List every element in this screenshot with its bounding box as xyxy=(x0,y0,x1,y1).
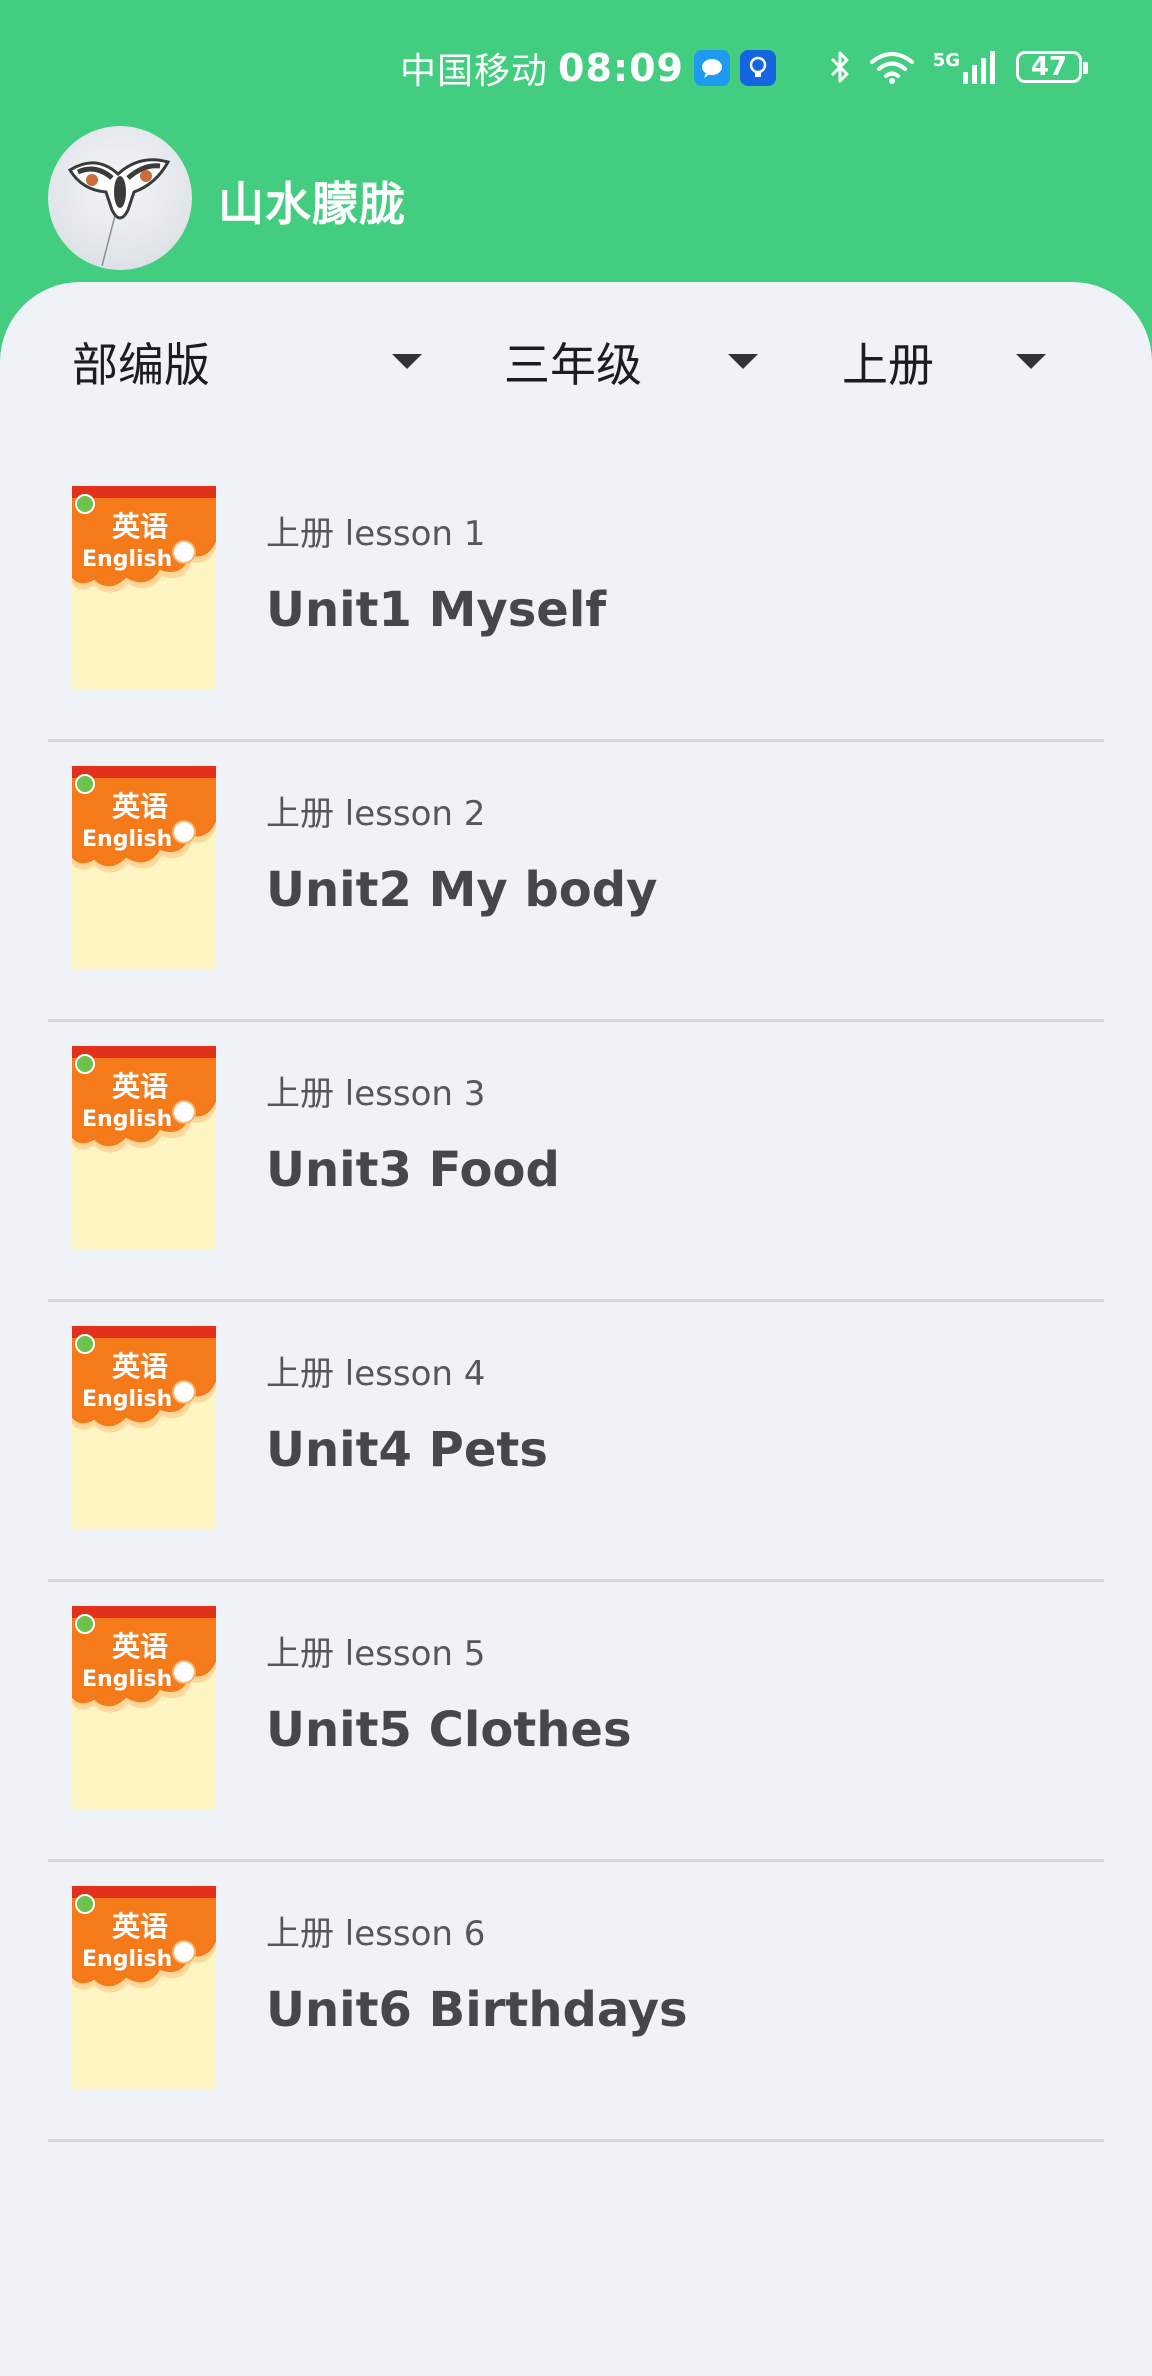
lesson-title: Unit3 Food xyxy=(266,1142,560,1198)
cover-title-en: English xyxy=(82,1667,172,1692)
lesson-title: Unit6 Birthdays xyxy=(266,1982,688,2038)
cover-title-cn: 英语 xyxy=(112,1350,168,1383)
lesson-title: Unit4 Pets xyxy=(266,1422,548,1478)
lesson-subtitle: 上册 lesson 1 xyxy=(266,514,486,554)
lesson-subtitle: 上册 lesson 5 xyxy=(266,1634,486,1674)
lesson-subtitle: 上册 lesson 4 xyxy=(266,1354,486,1394)
battery-level: 47 xyxy=(1030,52,1068,82)
chevron-down-icon xyxy=(1016,354,1046,369)
volume-label: 上册 xyxy=(842,338,934,392)
lesson-item-5[interactable]: 英语 English 上册 lesson 5 Unit5 Clothes xyxy=(48,1582,1104,1862)
wifi-icon xyxy=(869,52,914,84)
lesson-item-3[interactable]: 英语 English 上册 lesson 3 Unit3 Food xyxy=(48,1022,1104,1302)
lightbulb-notification-icon xyxy=(739,50,776,86)
message-notification-icon xyxy=(693,50,730,86)
content-sheet: 部编版 三年级 上册 英语 English 上册 lesson 1 Unit1 … xyxy=(0,282,1152,2376)
carrier-label: 中国移动 xyxy=(400,51,549,92)
cover-title-en: English xyxy=(82,1387,172,1412)
bluetooth-icon xyxy=(830,51,849,83)
status-left: 中国移动 08:09 xyxy=(400,40,776,96)
textbook-cover-image: 英语 English xyxy=(72,766,216,970)
lesson-item-2[interactable]: 英语 English 上册 lesson 2 Unit2 My body xyxy=(48,742,1104,1022)
chevron-down-icon xyxy=(392,354,422,369)
lesson-item-6[interactable]: 英语 English 上册 lesson 6 Unit6 Birthdays xyxy=(48,1862,1104,2142)
textbook-cover-image: 英语 English xyxy=(72,1886,216,2090)
status-right: 5G 47 xyxy=(829,42,1088,92)
volume-dropdown[interactable]: 上册 xyxy=(820,322,1080,402)
textbook-cover-image: 英语 English xyxy=(72,1606,216,1810)
cover-title-cn: 英语 xyxy=(112,510,168,543)
lesson-subtitle: 上册 lesson 2 xyxy=(266,794,486,834)
battery-icon: 47 xyxy=(1016,51,1088,83)
edition-label: 部编版 xyxy=(72,338,210,392)
lesson-title: Unit1 Myself xyxy=(266,582,607,638)
lesson-item-4[interactable]: 英语 English 上册 lesson 4 Unit4 Pets xyxy=(48,1302,1104,1582)
network-type-label: 5G xyxy=(932,50,960,71)
kite-avatar-image xyxy=(67,158,171,267)
filter-bar: 部编版 三年级 上册 xyxy=(0,322,1152,402)
cover-title-en: English xyxy=(82,1947,172,1972)
clock: 08:09 xyxy=(558,46,684,90)
cellular-signal-icon: 5G xyxy=(933,50,998,84)
username[interactable]: 山水朦胧 xyxy=(218,168,406,234)
textbook-cover-image: 英语 English xyxy=(72,1046,216,1250)
lesson-subtitle: 上册 lesson 3 xyxy=(266,1074,486,1114)
cover-title-cn: 英语 xyxy=(112,790,168,823)
cover-title-en: English xyxy=(82,827,172,852)
textbook-cover-image: 英语 English xyxy=(72,486,216,690)
signal-bars-icon xyxy=(963,51,995,84)
lesson-list: 英语 English 上册 lesson 1 Unit1 Myself 英语 E… xyxy=(48,462,1104,2142)
grade-dropdown[interactable]: 三年级 xyxy=(480,322,780,402)
cover-title-en: English xyxy=(82,1107,172,1132)
lesson-title: Unit5 Clothes xyxy=(266,1702,632,1758)
chevron-down-icon xyxy=(728,354,758,369)
cover-title-cn: 英语 xyxy=(112,1070,168,1103)
textbook-cover-image: 英语 English xyxy=(72,1326,216,1530)
lesson-title: Unit2 My body xyxy=(266,862,658,918)
avatar[interactable] xyxy=(48,126,192,270)
lesson-item-1[interactable]: 英语 English 上册 lesson 1 Unit1 Myself xyxy=(48,462,1104,742)
grade-label: 三年级 xyxy=(504,338,642,392)
cover-title-cn: 英语 xyxy=(112,1630,168,1663)
edition-dropdown[interactable]: 部编版 xyxy=(0,322,440,402)
status-bar: 中国移动 08:09 5G 47 xyxy=(0,0,1152,130)
cover-title-en: English xyxy=(82,547,172,572)
lesson-subtitle: 上册 lesson 6 xyxy=(266,1914,486,1954)
cover-title-cn: 英语 xyxy=(112,1910,168,1943)
